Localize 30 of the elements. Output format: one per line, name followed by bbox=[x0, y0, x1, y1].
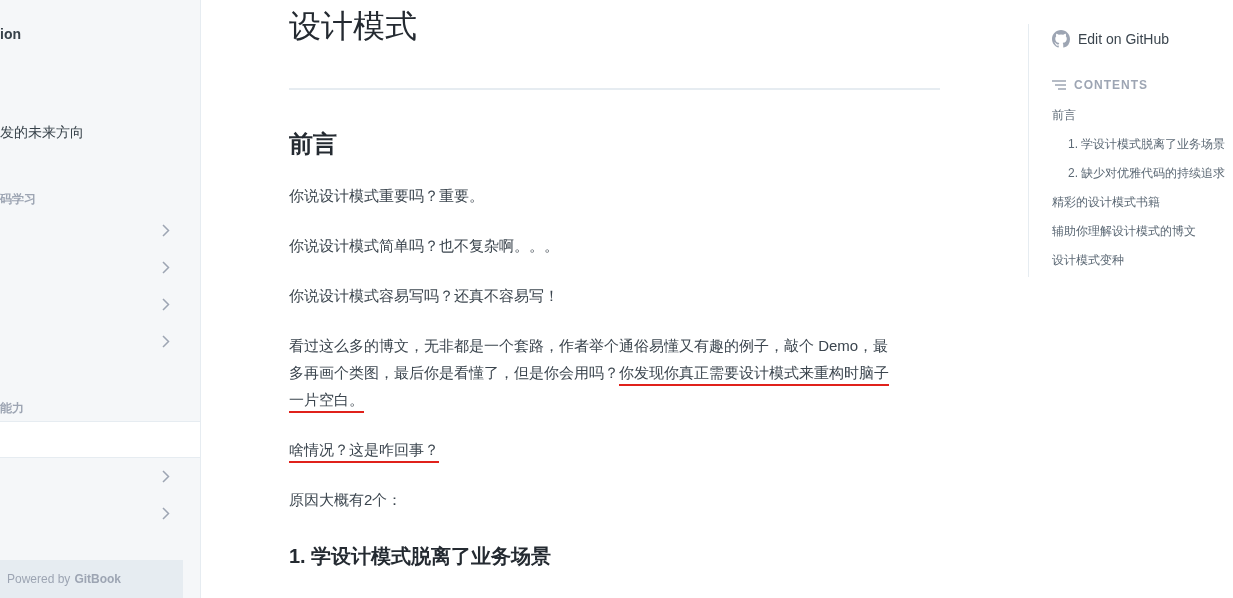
chevron-right-icon bbox=[162, 261, 170, 274]
toc-link[interactable]: 设计模式变种 bbox=[1052, 250, 1124, 269]
chevron-right-icon bbox=[162, 507, 170, 520]
contents-heading: CONTENTS bbox=[1074, 77, 1148, 94]
paragraph: 你说设计模式重要吗？重要。 bbox=[289, 186, 485, 206]
paragraph: 你说设计模式容易写吗？还真不容易写！ bbox=[289, 286, 560, 306]
toc-link[interactable]: 前言 bbox=[1052, 105, 1076, 124]
paragraph: 啥情况？这是咋回事？ bbox=[289, 436, 895, 463]
sidebar-link[interactable]: ion bbox=[0, 24, 21, 45]
subsection-heading: 1. 学设计模式脱离了业务场景 bbox=[289, 544, 553, 569]
chevron-right-icon bbox=[162, 470, 170, 483]
sidebar-item[interactable] bbox=[0, 421, 200, 458]
toc-link[interactable]: 辅助你理解设计模式的博文 bbox=[1052, 221, 1196, 240]
section-header: 能力 bbox=[0, 400, 24, 417]
paragraph: 原因大概有2个： bbox=[289, 490, 404, 510]
list-icon bbox=[1052, 80, 1066, 90]
paragraph: 你说设计模式简单吗？也不复杂啊。。。 bbox=[289, 236, 560, 256]
toc-link[interactable]: 精彩的设计模式书籍 bbox=[1052, 192, 1160, 211]
github-icon bbox=[1052, 30, 1070, 48]
chevron-right-icon bbox=[162, 335, 170, 348]
sidebar-link[interactable]: 发的未来方向 bbox=[0, 122, 84, 143]
paragraph: 看过这么多的博文，无非都是一个套路，作者举个通俗易懂又有趣的例子，敲个 Demo，最多再画个类图，最后你是看懂了，但是你会用吗？你发现你真正需要设计模式来重构时脑子一片空白。 bbox=[289, 332, 895, 413]
edit-on-github-link[interactable]: Edit on GitHub bbox=[1078, 28, 1170, 50]
chevron-right-icon bbox=[162, 298, 170, 311]
page-title: 设计模式 bbox=[289, 7, 418, 46]
section-heading: 前言 bbox=[289, 129, 338, 159]
section-header: 码学习 bbox=[0, 191, 36, 208]
chevron-right-icon bbox=[162, 224, 170, 237]
toc-link[interactable]: 1. 学设计模式脱离了业务场景 bbox=[1068, 134, 1226, 153]
toc-link[interactable]: 2. 缺少对优雅代码的持续追求 bbox=[1068, 163, 1226, 182]
